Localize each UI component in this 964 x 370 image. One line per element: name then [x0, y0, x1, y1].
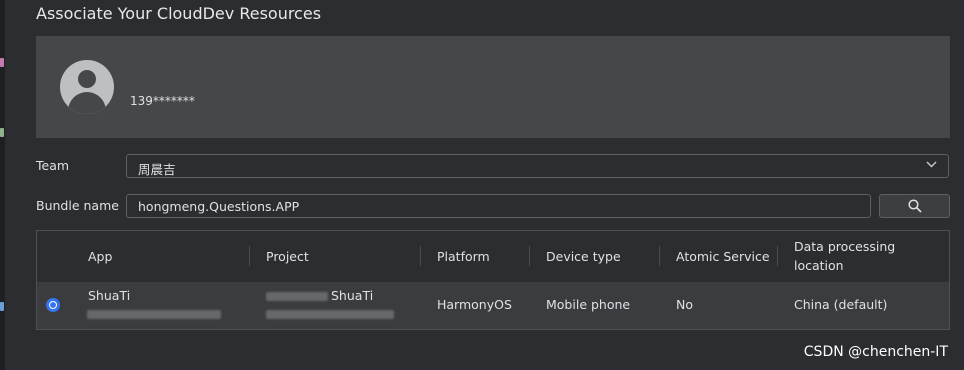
column-header-platform: Platform [437, 248, 490, 264]
team-select-value: 周晨吉 [138, 162, 176, 177]
team-label: Team [36, 158, 70, 173]
column-header-app: App [88, 248, 113, 264]
background-editor-strip [0, 0, 5, 370]
watermark: CSDN @chenchen-IT [803, 344, 948, 360]
bundle-name-input[interactable]: hongmeng.Questions.APP [126, 194, 871, 218]
redacted-project-id [266, 310, 394, 319]
resources-table: App Project Platform Device type Atomic … [36, 230, 950, 330]
column-header-device-type: Device type [546, 248, 621, 264]
platform-cell: HarmonyOS [437, 297, 512, 312]
location-cell: China (default) [794, 297, 888, 312]
chevron-down-icon [926, 161, 937, 168]
editor-fragment [0, 128, 4, 137]
account-card: 139******* [36, 36, 950, 138]
user-avatar-icon [60, 60, 114, 114]
search-icon [908, 199, 922, 213]
table-row[interactable]: ShuaTi ShuaTi HarmonyOS Mobile phone No … [37, 282, 949, 329]
search-button[interactable] [879, 194, 950, 218]
editor-fragment [0, 58, 4, 67]
project-name: ShuaTi [331, 288, 374, 303]
redacted-project-prefix [266, 292, 328, 301]
atomic-service-cell: No [676, 297, 693, 312]
device-type-cell: Mobile phone [546, 297, 631, 312]
dialog-title: Associate Your CloudDev Resources [36, 4, 322, 23]
redacted-app-id [87, 310, 221, 319]
row-select-radio[interactable] [46, 298, 60, 312]
column-header-atomic-service: Atomic Service [676, 248, 770, 264]
app-name: ShuaTi [88, 288, 131, 303]
editor-fragment [0, 302, 4, 311]
team-select[interactable]: 周晨吉 [126, 154, 949, 178]
bundle-name-label: Bundle name [36, 198, 119, 213]
column-header-project: Project [266, 248, 309, 264]
column-header-data-processing-location: Data processing location [794, 239, 896, 273]
bundle-name-value: hongmeng.Questions.APP [138, 199, 300, 214]
table-header: App Project Platform Device type Atomic … [37, 231, 949, 281]
account-name: 139******* [130, 94, 195, 108]
